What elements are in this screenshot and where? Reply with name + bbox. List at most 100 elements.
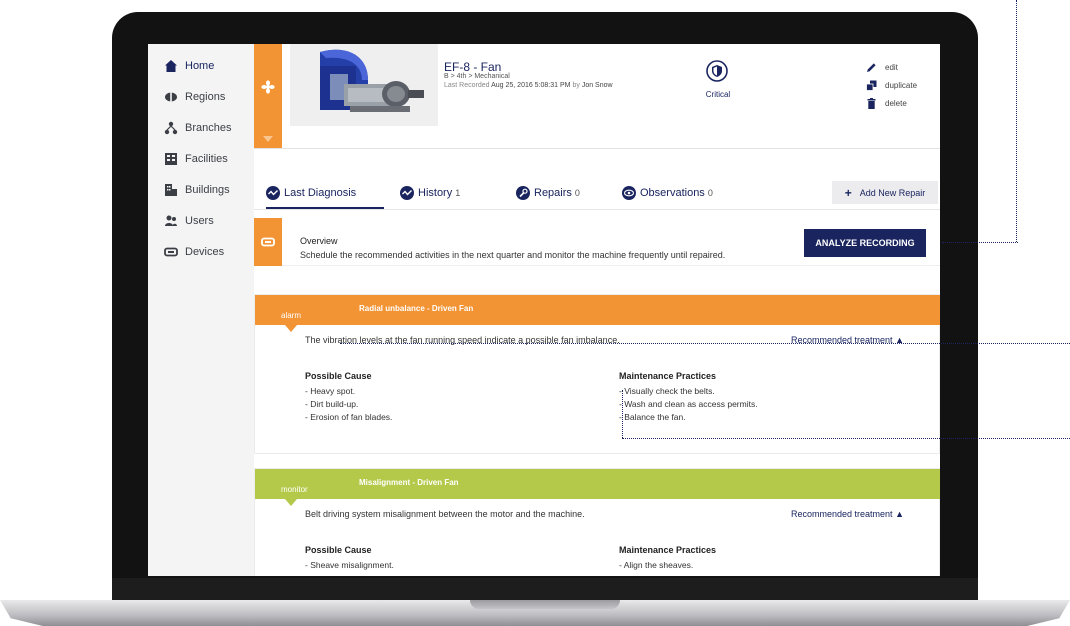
- sidebar: Home Regions Branches Facilities Buildin…: [148, 44, 254, 576]
- cause-item: - Erosion of fan blades.: [305, 412, 393, 422]
- sidebar-item-devices[interactable]: Devices: [164, 242, 224, 262]
- chevron-up-icon: ▲: [895, 509, 904, 519]
- delete-button[interactable]: delete: [866, 96, 907, 110]
- sidebar-item-label: Facilities: [185, 153, 228, 165]
- practice-item: - Align the sheaves.: [619, 560, 694, 570]
- trash-icon: [867, 97, 876, 109]
- maintenance-practices-heading: Maintenance Practices: [619, 545, 717, 555]
- possible-cause-heading: Possible Cause: [305, 545, 372, 555]
- tab-label: Last Diagnosis: [284, 187, 357, 199]
- tab-count: 0: [707, 188, 713, 198]
- facilities-icon: [164, 152, 178, 166]
- sidebar-item-label: Home: [185, 60, 215, 72]
- cause-item: - Sheave misalignment.: [305, 560, 394, 570]
- sidebar-item-facilities[interactable]: Facilities: [164, 149, 228, 169]
- tab-label: History: [418, 187, 453, 199]
- tab-history[interactable]: History 1: [400, 185, 460, 201]
- sidebar-item-label: Devices: [185, 246, 225, 258]
- last-recorded: Last Recorded Aug 25, 2016 5:08:31 PM by…: [444, 82, 613, 89]
- sidebar-item-buildings[interactable]: Buildings: [164, 180, 230, 200]
- alert-caret: [285, 325, 297, 332]
- tab-repairs[interactable]: Repairs 0: [516, 185, 580, 201]
- home-icon: [164, 59, 178, 73]
- analyze-recording-button[interactable]: ANALYZE RECORDING: [804, 229, 926, 257]
- tab-last-diagnosis[interactable]: Last Diagnosis: [266, 185, 356, 201]
- maintenance-practices-heading: Maintenance Practices: [619, 371, 717, 381]
- sidebar-item-label: Branches: [185, 122, 232, 134]
- cause-item: - Heavy spot.: [305, 386, 356, 396]
- regions-icon: [164, 90, 178, 104]
- overview-panel: Overview Schedule the recommended activi…: [254, 218, 940, 266]
- duplicate-button[interactable]: duplicate: [866, 78, 917, 92]
- alert-level: monitor: [281, 485, 308, 494]
- practice-item: - Visually check the belts.: [619, 386, 715, 396]
- overview-title: Overview: [300, 236, 338, 246]
- add-new-repair-button[interactable]: + Add New Repair: [832, 181, 938, 204]
- users-icon: [164, 214, 178, 228]
- cause-item: - Dirt build-up.: [305, 399, 359, 409]
- sidebar-item-label: Regions: [185, 91, 226, 103]
- duplicate-label: duplicate: [885, 80, 918, 90]
- callout-line: [942, 242, 1018, 243]
- pencil-icon: [867, 62, 876, 72]
- alert-bar: [255, 295, 940, 325]
- status-badge: Critical: [705, 90, 731, 99]
- tabs-divider: [254, 209, 940, 210]
- recorded-date: Aug 25, 2016 5:08:31 PM: [491, 82, 571, 89]
- tab-label: Repairs: [534, 187, 572, 199]
- recorded-by: Jon Snow: [581, 82, 613, 89]
- tab-count: 1: [455, 188, 461, 198]
- plus-icon: +: [844, 185, 852, 200]
- callout-line: [622, 390, 623, 438]
- branches-icon: [164, 121, 178, 135]
- recorded-prefix: Last Recorded: [444, 82, 490, 89]
- treatment-label: Recommended treatment: [791, 509, 893, 519]
- asset-image: [290, 44, 438, 126]
- sidebar-item-branches[interactable]: Branches: [164, 118, 231, 138]
- eye-icon: [622, 186, 636, 200]
- asset-breadcrumb: B > 4th > Mechanical: [444, 73, 510, 80]
- sidebar-item-regions[interactable]: Regions: [164, 87, 225, 107]
- fan-icon: [261, 80, 275, 94]
- callout-line: [340, 343, 1070, 344]
- tab-count: 0: [574, 188, 580, 198]
- recommended-treatment-toggle[interactable]: Recommended treatment ▲: [791, 509, 904, 519]
- practice-item: - Wash and clean as access permits.: [619, 399, 758, 409]
- sidebar-item-home[interactable]: Home: [164, 56, 214, 76]
- header-divider: [254, 148, 940, 149]
- pulse-icon: [400, 186, 414, 200]
- devices-icon: [164, 245, 178, 259]
- recorded-by-prefix: by: [572, 82, 580, 89]
- edit-button[interactable]: edit: [866, 60, 898, 74]
- shield-icon: [706, 60, 728, 82]
- alert-card-monitor: monitor Misalignment - Driven Fan Belt d…: [254, 468, 940, 576]
- overview-stripe: [254, 218, 282, 266]
- alert-name: Radial unbalance - Driven Fan: [359, 304, 474, 313]
- delete-label: delete: [885, 98, 907, 108]
- practice-item: - Balance the fan.: [619, 412, 686, 422]
- alert-bar: [255, 469, 940, 499]
- alert-level: alarm: [281, 311, 302, 320]
- copy-icon: [866, 80, 877, 91]
- alert-caret: [285, 499, 297, 506]
- alert-name: Misalignment - Driven Fan: [359, 478, 459, 487]
- sidebar-item-users[interactable]: Users: [164, 211, 214, 231]
- main-content: EF-8 - Fan B > 4th > Mechanical Last Rec…: [254, 44, 940, 576]
- alert-card-alarm: alarm Radial unbalance - Driven Fan The …: [254, 294, 940, 454]
- app-screen: Home Regions Branches Facilities Buildin…: [148, 44, 940, 576]
- overview-text: Schedule the recommended activities in t…: [300, 250, 726, 260]
- devices-icon: [261, 237, 275, 247]
- buildings-icon: [164, 183, 178, 197]
- sidebar-item-label: Users: [185, 215, 214, 227]
- possible-cause-heading: Possible Cause: [305, 371, 372, 381]
- sidebar-item-label: Buildings: [185, 184, 230, 196]
- asset-title: EF-8 - Fan: [444, 60, 502, 74]
- chevron-down-icon[interactable]: [263, 136, 273, 142]
- tab-label: Observations: [640, 187, 705, 199]
- callout-line: [622, 438, 1070, 439]
- add-repair-label: Add New Repair: [859, 187, 926, 198]
- edit-label: edit: [885, 62, 898, 72]
- alert-description: Belt driving system misalignment between…: [305, 509, 585, 519]
- tab-observations[interactable]: Observations 0: [622, 185, 713, 201]
- pulse-icon: [266, 186, 280, 200]
